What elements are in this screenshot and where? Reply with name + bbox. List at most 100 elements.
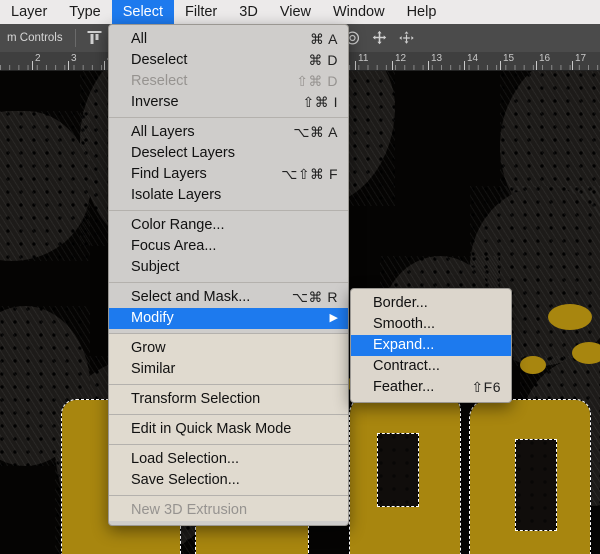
3d-pan-icon[interactable] (369, 28, 390, 48)
ruler-label: 3 (71, 53, 77, 64)
ruler-label: 14 (467, 53, 479, 64)
menu-item-label: Color Range... (131, 217, 225, 233)
menu-item-grow[interactable]: Grow (109, 338, 348, 359)
menu-item-isolate-layers[interactable]: Isolate Layers (109, 185, 348, 206)
menu-item-label: Border... (373, 295, 428, 311)
menu-item-label: Smooth... (373, 316, 436, 332)
menu-item-subject[interactable]: Subject (109, 257, 348, 278)
ruler-label: 11 (358, 53, 369, 64)
menu-separator (109, 444, 348, 445)
menu-item-color-range[interactable]: Color Range... (109, 215, 348, 236)
menu-item-label: Save Selection... (131, 472, 240, 488)
menu-item-label: All Layers (131, 124, 195, 140)
menu-item-transform-selection[interactable]: Transform Selection (109, 389, 348, 410)
menubar-item-window[interactable]: Window (322, 0, 396, 24)
menu-item-deselect-layers[interactable]: Deselect Layers (109, 143, 348, 164)
menu-group: All ⌘ A Deselect ⌘ D Reselect ⇧⌘ D Inver… (109, 29, 348, 329)
gold-speckle (520, 356, 546, 374)
menu-item-focus-area[interactable]: Focus Area... (109, 236, 348, 257)
gold-speckle (572, 342, 600, 364)
menu-item-find-layers[interactable]: Find Layers ⌥⇧⌘ F (109, 164, 348, 185)
menu-item-shortcut: ⌥⇧⌘ F (281, 166, 338, 182)
ruler-label: 16 (539, 53, 551, 64)
ruler-label: 17 (575, 53, 587, 64)
gold-speckle (548, 304, 592, 330)
menu-item-new-3d-extrusion: New 3D Extrusion (109, 500, 348, 521)
menu-item-reselect: Reselect ⇧⌘ D (109, 71, 348, 92)
menu-bar: Layer Type Select Filter 3D View Window … (0, 0, 600, 24)
menubar-item-select[interactable]: Select (111, 0, 175, 24)
menu-item-shortcut: ⌘ A (310, 31, 338, 47)
menubar-item-help[interactable]: Help (396, 0, 448, 24)
menu-item-label: Grow (131, 340, 166, 356)
menu-item-select-and-mask[interactable]: Select and Mask... ⌥⌘ R (109, 287, 348, 308)
menu-item-shortcut: ⌥⌘ A (293, 124, 338, 140)
menu-item-label: Inverse (131, 94, 179, 110)
menu-item-label: Find Layers (131, 166, 207, 182)
menu-separator (109, 495, 348, 496)
menu-item-label: Deselect (131, 52, 188, 68)
menu-item-save-selection[interactable]: Save Selection... (109, 470, 348, 491)
align-top-edges-icon[interactable] (84, 28, 105, 48)
options-bar-left-label: m Controls (7, 32, 63, 44)
menu-item-label: Reselect (131, 73, 188, 89)
menubar-item-filter[interactable]: Filter (174, 0, 228, 24)
menu-separator (109, 333, 348, 334)
menu-item-label: Contract... (373, 358, 440, 374)
submenu-item-feather[interactable]: Feather... ⇧F6 (351, 377, 511, 398)
menu-item-shortcut: ⇧⌘ I (302, 94, 338, 110)
submenu-item-contract[interactable]: Contract... (351, 356, 511, 377)
menu-separator (109, 210, 348, 211)
menu-item-label: Modify (131, 310, 174, 326)
menu-item-edit-in-quick-mask-mode[interactable]: Edit in Quick Mask Mode (109, 419, 348, 440)
ruler-label: 15 (503, 53, 515, 64)
menu-item-label: All (131, 31, 148, 47)
divider (74, 29, 76, 47)
select-dropdown-menu[interactable]: All ⌘ A Deselect ⌘ D Reselect ⇧⌘ D Inver… (108, 24, 349, 526)
ruler-label: 12 (395, 53, 407, 64)
menu-separator (109, 117, 348, 118)
menubar-item-view[interactable]: View (269, 0, 322, 24)
submenu-item-smooth[interactable]: Smooth... (351, 314, 511, 335)
menubar-item-type[interactable]: Type (58, 0, 111, 24)
menu-item-label: Subject (131, 259, 180, 275)
menu-group-lower: Grow Similar Transform Selection Edit in… (109, 333, 348, 521)
3d-slide-icon[interactable] (396, 28, 417, 48)
submenu-arrow-icon: ▶ (329, 312, 338, 324)
menu-item-shortcut: ⌥⌘ R (291, 289, 338, 305)
menu-item-label: Load Selection... (131, 451, 240, 467)
menu-item-shortcut: ⇧⌘ D (296, 73, 338, 89)
menu-item-label: New 3D Extrusion (131, 502, 248, 518)
gold-shape-counter (377, 433, 419, 507)
menu-item-label: Select and Mask... (131, 289, 251, 305)
menu-item-all[interactable]: All ⌘ A (109, 29, 348, 50)
menu-item-inverse[interactable]: Inverse ⇧⌘ I (109, 92, 348, 113)
menu-item-label: Deselect Layers (131, 145, 235, 161)
menu-item-label: Isolate Layers (131, 187, 222, 203)
menu-item-deselect[interactable]: Deselect ⌘ D (109, 50, 348, 71)
menu-item-all-layers[interactable]: All Layers ⌥⌘ A (109, 122, 348, 143)
ruler-label: 2 (35, 53, 41, 64)
photoshop-window: Layer Type Select Filter 3D View Window … (0, 0, 600, 554)
menubar-item-3d[interactable]: 3D (228, 0, 269, 24)
menu-item-shortcut: ⌘ D (308, 52, 338, 68)
menu-item-label: Feather... (373, 379, 435, 395)
menu-item-similar[interactable]: Similar (109, 359, 348, 380)
menubar-item-layer[interactable]: Layer (0, 0, 58, 24)
submenu-item-expand[interactable]: Expand... (351, 335, 511, 356)
gold-shape-counter (515, 439, 557, 531)
menu-item-load-selection[interactable]: Load Selection... (109, 449, 348, 470)
ruler-label: 13 (431, 53, 443, 64)
menu-separator (109, 384, 348, 385)
menu-item-label: Similar (131, 361, 176, 377)
menu-separator (109, 282, 348, 283)
menu-item-modify[interactable]: Modify ▶ (109, 308, 348, 329)
menu-item-label: Edit in Quick Mask Mode (131, 421, 292, 437)
menu-item-shortcut: ⇧F6 (471, 379, 501, 395)
menu-item-label: Focus Area... (131, 238, 217, 254)
submenu-item-border[interactable]: Border... (351, 293, 511, 314)
menu-item-label: Expand... (373, 337, 435, 353)
menu-item-label: Transform Selection (131, 391, 261, 407)
menu-separator (109, 414, 348, 415)
modify-submenu[interactable]: Border... Smooth... Expand... Contract..… (350, 288, 512, 403)
